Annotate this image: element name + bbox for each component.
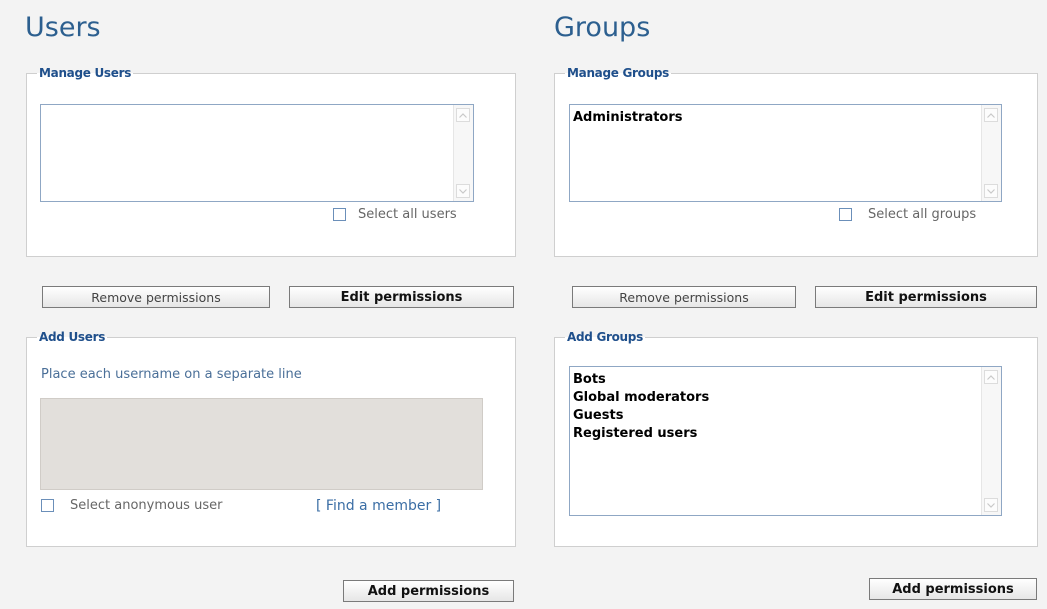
select-all-users-row[interactable]: Select all users: [333, 207, 457, 222]
select-all-groups-label: Select all groups: [868, 207, 977, 222]
select-anonymous-user-checkbox[interactable]: [41, 499, 54, 512]
select-all-groups-checkbox[interactable]: [839, 208, 852, 221]
list-item[interactable]: Registered users: [573, 425, 998, 443]
list-item[interactable]: Bots: [573, 371, 998, 389]
add-users-textarea[interactable]: [40, 398, 483, 490]
add-groups-listbox[interactable]: Bots Global moderators Guests Registered us…: [569, 366, 1002, 516]
chevron-up-icon[interactable]: [456, 108, 470, 122]
groups-remove-permissions-button[interactable]: Remove permissions: [572, 286, 796, 308]
chevron-down-icon[interactable]: [984, 498, 998, 512]
list-item[interactable]: Global moderators: [573, 389, 998, 407]
add-groups-list: Bots Global moderators Guests Registered us…: [570, 367, 1001, 447]
groups-title: Groups: [554, 12, 651, 43]
select-anonymous-user-row[interactable]: Select anonymous user: [41, 498, 222, 513]
add-groups-listbox-scrollbar[interactable]: [981, 367, 1001, 515]
list-item[interactable]: Administrators: [573, 109, 998, 127]
users-remove-permissions-button[interactable]: Remove permissions: [42, 286, 270, 308]
chevron-down-icon[interactable]: [456, 184, 470, 198]
groups-listbox-scrollbar[interactable]: [981, 105, 1001, 201]
users-listbox-scrollbar[interactable]: [453, 105, 473, 201]
chevron-up-icon[interactable]: [984, 370, 998, 384]
manage-groups-legend: Manage Groups: [567, 66, 669, 80]
users-edit-permissions-button[interactable]: Edit permissions: [289, 286, 514, 308]
select-all-users-checkbox[interactable]: [333, 208, 346, 221]
select-anonymous-user-label: Select anonymous user: [70, 498, 223, 513]
add-users-hint: Place each username on a separate line: [41, 367, 302, 382]
users-add-permissions-button[interactable]: Add permissions: [343, 580, 514, 602]
users-list: [41, 105, 473, 113]
add-groups-legend: Add Groups: [567, 330, 643, 344]
select-all-groups-row[interactable]: Select all groups: [839, 207, 976, 222]
manage-users-legend: Manage Users: [39, 66, 132, 80]
chevron-down-icon[interactable]: [984, 184, 998, 198]
groups-listbox[interactable]: Administrators: [569, 104, 1002, 202]
manage-groups-list: Administrators: [570, 105, 1001, 131]
find-a-member-link[interactable]: [ Find a member ]: [316, 498, 441, 514]
groups-edit-permissions-button[interactable]: Edit permissions: [815, 286, 1037, 308]
add-users-legend: Add Users: [39, 330, 106, 344]
select-all-users-label: Select all users: [358, 207, 457, 222]
chevron-up-icon[interactable]: [984, 108, 998, 122]
users-listbox[interactable]: [40, 104, 474, 202]
users-title: Users: [25, 12, 101, 43]
groups-add-permissions-button[interactable]: Add permissions: [869, 578, 1037, 600]
list-item[interactable]: Guests: [573, 407, 998, 425]
